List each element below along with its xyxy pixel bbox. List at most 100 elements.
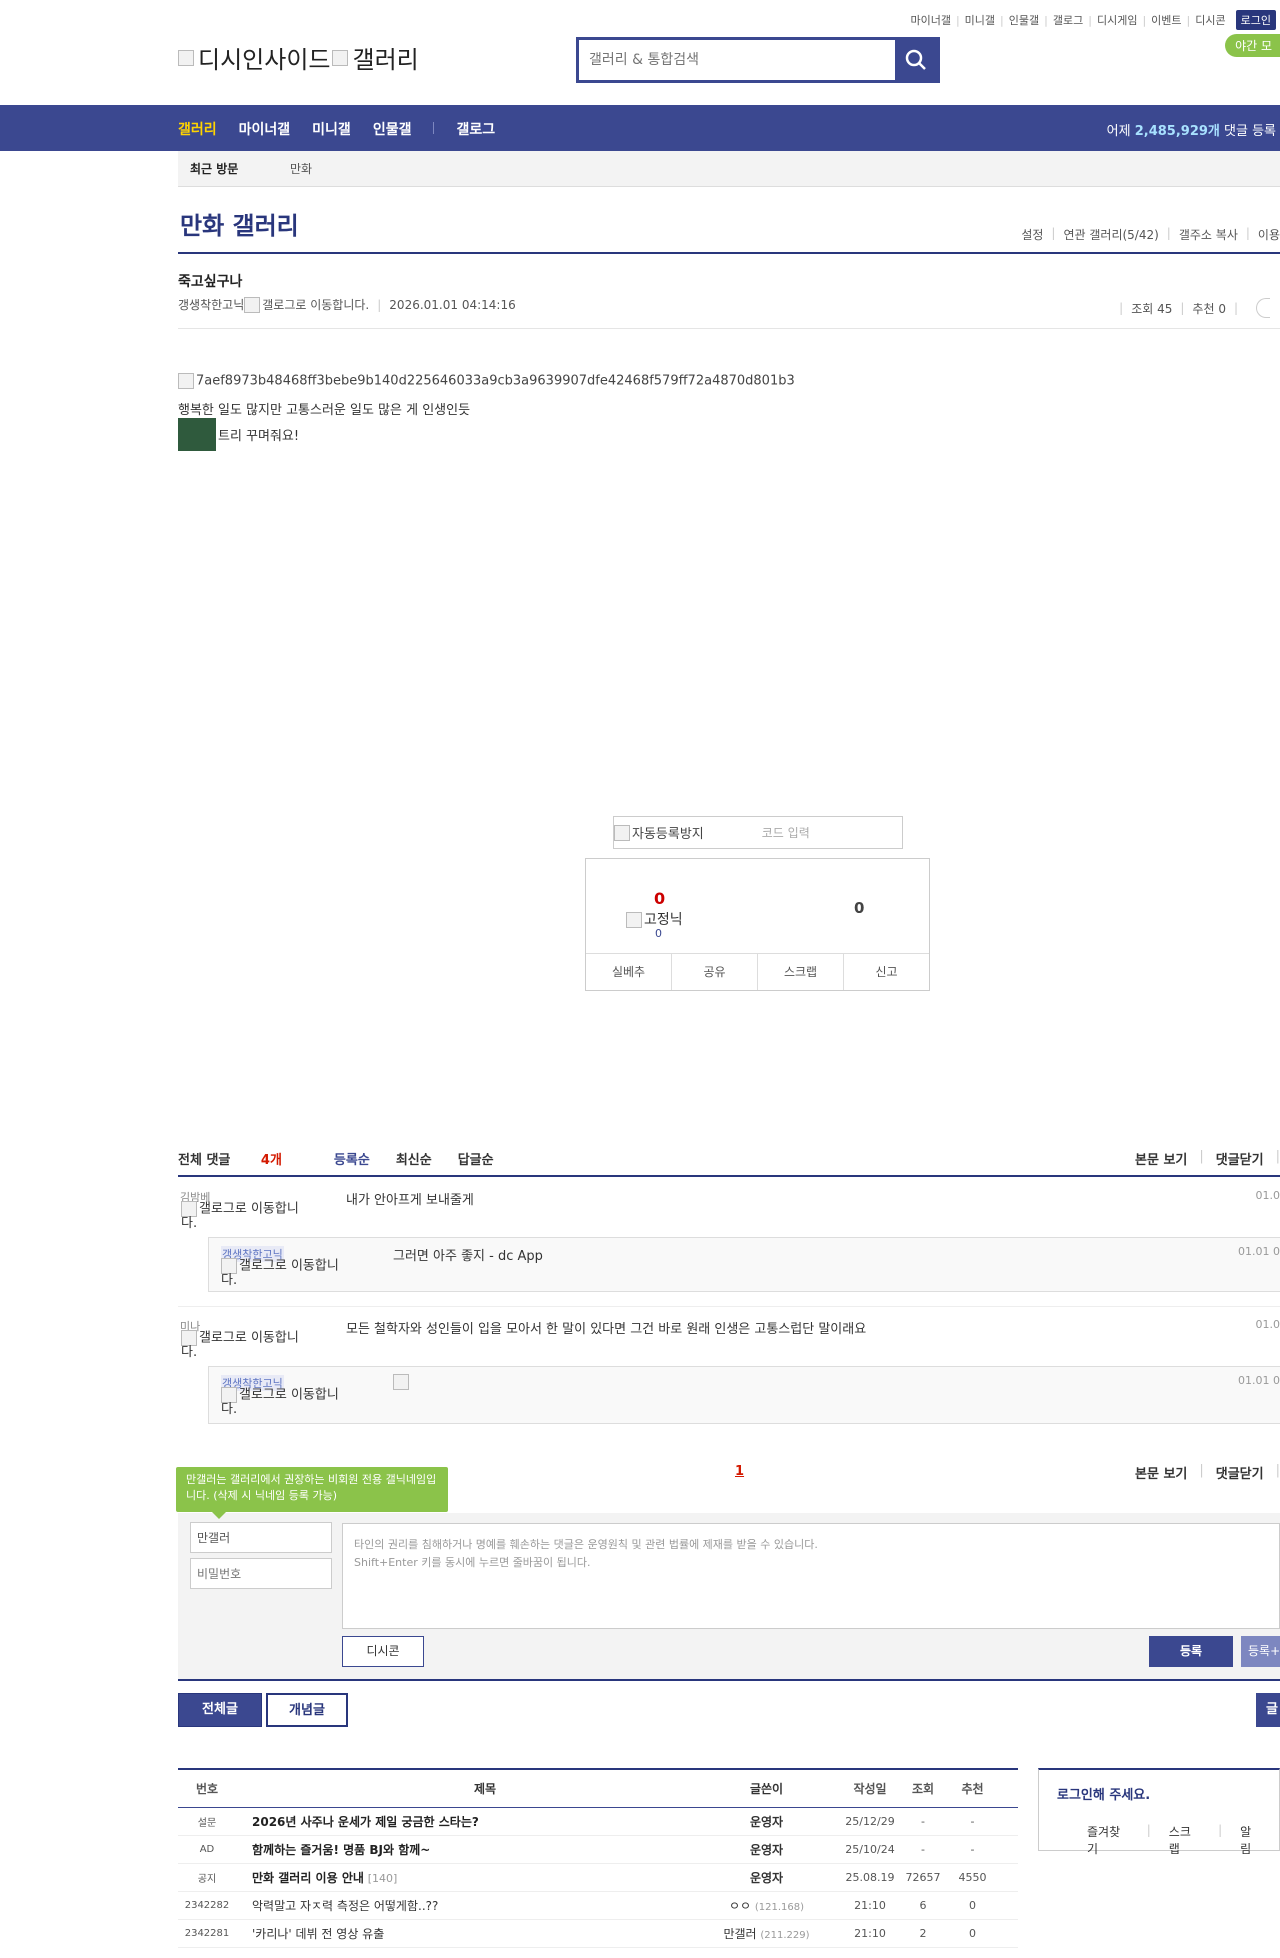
- table-row[interactable]: 설문 2026년 사주나 운세가 제일 궁금한 스타는? 운영자 25/12/29 - -: [178, 1808, 1018, 1836]
- row-recommend: 4550: [958, 1871, 987, 1884]
- related-gallery-link[interactable]: 연관 갤러리(5/42): [1063, 226, 1158, 243]
- row-writer[interactable]: 만갤러 (211.229): [694, 1925, 839, 1942]
- favorites-link[interactable]: 즐겨찾기: [1087, 1823, 1129, 1857]
- report-button[interactable]: 신고: [844, 954, 929, 990]
- reply-dccon-image: [393, 1374, 411, 1390]
- fixed-nick-label: 고정닉: [626, 909, 683, 929]
- util-link-gallog[interactable]: 갤로그: [1053, 12, 1083, 28]
- post-line-2: 트리 꾸며줘요!: [178, 418, 299, 451]
- comment-write-area: 타인의 권리를 침해하거나 명예를 훼손하는 댓글은 운영원칙 및 관련 법률에…: [178, 1513, 1280, 1681]
- row-views: -: [921, 1843, 925, 1856]
- post-gallog-alt[interactable]: 갤로그로 이동합니다.: [262, 296, 369, 313]
- title-divider: [178, 252, 1280, 254]
- sort-replies[interactable]: 답글순: [458, 1149, 494, 1168]
- login-prompt[interactable]: 로그인해 주세요.: [1057, 1784, 1150, 1803]
- reply-item: 갱생착한고닉 갤로그로 이동합니다. 01.01 0: [208, 1366, 1280, 1424]
- scrap-link[interactable]: 스크랩: [1169, 1823, 1200, 1857]
- share-button[interactable]: 공유: [672, 954, 758, 990]
- comment-gallog[interactable]: 갤로그로 이동합니다.: [181, 1201, 311, 1231]
- guest-nick-tooltip: 만갤러는 갤러리에서 권장하는 비회원 전용 갤닉네임입니다. (삭제 시 닉네…: [176, 1467, 448, 1519]
- sort-registered[interactable]: 등록순: [334, 1149, 370, 1168]
- row-writer[interactable]: 운영자: [694, 1813, 839, 1830]
- util-link-dccon[interactable]: 디시콘: [1195, 12, 1225, 28]
- recent-visit-item[interactable]: 만화: [290, 160, 312, 177]
- submit-recommend-button[interactable]: 등록+: [1241, 1636, 1280, 1667]
- util-link-mini[interactable]: 미니갤: [965, 12, 995, 28]
- row-title[interactable]: 만화 갤러리 이용 안내 [140]: [236, 1869, 694, 1886]
- gnb-person[interactable]: 인물갤: [373, 119, 412, 139]
- search-input[interactable]: [579, 40, 895, 80]
- gnb-minor[interactable]: 마이너갤: [239, 119, 291, 139]
- comment-item: 미나 갤로그로 이동합니다. 모든 철학자와 성인들이 입을 모아서 한 말이 …: [178, 1318, 1280, 1370]
- captcha-input[interactable]: 코드 입력: [762, 824, 810, 841]
- table-row[interactable]: 공지 만화 갤러리 이용 안내 [140] 운영자 25.08.19 72657 4550: [178, 1864, 1018, 1892]
- silbe-recommend-button[interactable]: 실베추: [586, 954, 672, 990]
- view-post-link-bottom[interactable]: 본문 보기: [1135, 1463, 1187, 1482]
- util-link-person[interactable]: 인물갤: [1009, 12, 1039, 28]
- comment-gallog[interactable]: 갤로그로 이동합니다.: [181, 1330, 311, 1360]
- post-counts: | 조회 45 | 추천 0 |: [1111, 298, 1270, 318]
- close-comments-link-bottom[interactable]: 댓글닫기: [1216, 1463, 1264, 1482]
- gnb-mini[interactable]: 미니갤: [312, 119, 351, 139]
- row-writer[interactable]: 운영자: [694, 1841, 839, 1858]
- row-title[interactable]: 함께하는 즐거움! 명품 BJ와 함께~: [236, 1841, 694, 1858]
- captcha-alt: 자동등록방지: [632, 827, 704, 842]
- search-button[interactable]: [895, 40, 937, 80]
- login-button[interactable]: 로그인: [1235, 10, 1276, 30]
- row-writer[interactable]: ㅇㅇ (121.168): [694, 1897, 839, 1914]
- table-row[interactable]: 2342282 악력말고 자ㅈ력 측정은 어떻게함..?? ㅇㅇ (121.168)…: [178, 1892, 1018, 1920]
- post-writer[interactable]: 갱생착한고닉: [178, 296, 244, 313]
- row-number: 2342281: [184, 1928, 230, 1939]
- row-title[interactable]: '카리나' 데뷔 전 영상 유출: [236, 1925, 694, 1942]
- top-util-nav: 마이너갤 | 미니갤 | 인물갤 | 갤로그 | 디시게임 | 이벤트 | 디시콘 로그인: [910, 10, 1276, 30]
- downvote-count: 0: [854, 899, 865, 917]
- row-title[interactable]: 2026년 사주나 운세가 제일 궁금한 스타는?: [236, 1813, 694, 1830]
- close-comments-link[interactable]: 댓글닫기: [1216, 1149, 1264, 1168]
- sort-latest[interactable]: 최신순: [396, 1149, 432, 1168]
- row-date: 21:10: [854, 1899, 886, 1912]
- gallery-title[interactable]: 만화 갤러리: [180, 206, 299, 241]
- row-title[interactable]: 악력말고 자ㅈ력 측정은 어떻게함..??: [236, 1897, 694, 1914]
- site-logo[interactable]: 디시인사이드 갤러리: [178, 40, 419, 75]
- gallery-settings-link[interactable]: 설정: [1021, 226, 1043, 243]
- reply-gallog[interactable]: 갤로그로 이동합니다.: [221, 1387, 351, 1417]
- captcha-box: 자동등록방지 코드 입력: [613, 816, 903, 849]
- more-options-icon[interactable]: [1256, 298, 1270, 318]
- comment-total: 전체 댓글 4개: [178, 1153, 282, 1168]
- view-post-link[interactable]: 본문 보기: [1135, 1149, 1187, 1168]
- tab-recommended-posts[interactable]: 개념글: [266, 1693, 348, 1727]
- password-field[interactable]: [190, 1558, 332, 1589]
- comment-textarea[interactable]: 타인의 권리를 침해하거나 명예를 훼손하는 댓글은 운영원칙 및 관련 법률에…: [342, 1523, 1280, 1629]
- row-views: 2: [919, 1927, 927, 1940]
- util-link-minor[interactable]: 마이너갤: [910, 12, 950, 28]
- comment-text: 내가 안아프게 보내줄게: [346, 1193, 474, 1208]
- usage-link[interactable]: 이용: [1258, 226, 1280, 243]
- night-mode-toggle[interactable]: 야간 모: [1225, 34, 1280, 57]
- write-post-button[interactable]: 글: [1256, 1693, 1280, 1727]
- row-views: -: [921, 1815, 925, 1828]
- table-row[interactable]: AD 함께하는 즐거움! 명품 BJ와 함께~ 운영자 25/10/24 - -: [178, 1836, 1018, 1864]
- copy-address-link[interactable]: 갤주소 복사: [1179, 226, 1238, 243]
- gnb-gallog[interactable]: 갤로그: [456, 119, 495, 139]
- comment-page-1[interactable]: 1: [735, 1464, 744, 1479]
- submit-comment-button[interactable]: 등록: [1149, 1636, 1233, 1667]
- tab-all-posts[interactable]: 전체글: [178, 1693, 262, 1727]
- broken-image-icon: [178, 373, 194, 389]
- util-link-event[interactable]: 이벤트: [1151, 12, 1181, 28]
- logo-section-text: 갤러리: [352, 46, 419, 74]
- logo-gallery-image-icon: [332, 49, 349, 66]
- fixed-nick-icon: [626, 912, 642, 928]
- row-writer[interactable]: 운영자: [694, 1869, 839, 1886]
- scrap-button[interactable]: 스크랩: [758, 954, 844, 990]
- table-row[interactable]: 2342281 '카리나' 데뷔 전 영상 유출 만갤러 (211.229) 21:1…: [178, 1920, 1018, 1948]
- reply-gallog[interactable]: 갤로그로 이동합니다.: [221, 1258, 351, 1288]
- gallog-icon[interactable]: [244, 296, 261, 313]
- gnb-gallery[interactable]: 갤러리: [178, 119, 217, 139]
- dccon-button[interactable]: 디시콘: [342, 1636, 424, 1667]
- nickname-field[interactable]: [190, 1522, 332, 1553]
- upvote-count: 0: [654, 889, 666, 908]
- util-link-game[interactable]: 디시게임: [1097, 12, 1137, 28]
- comment-date: 01.0: [1255, 1189, 1280, 1202]
- notification-link[interactable]: 알림: [1240, 1823, 1261, 1857]
- row-number: 공지: [197, 1874, 217, 1885]
